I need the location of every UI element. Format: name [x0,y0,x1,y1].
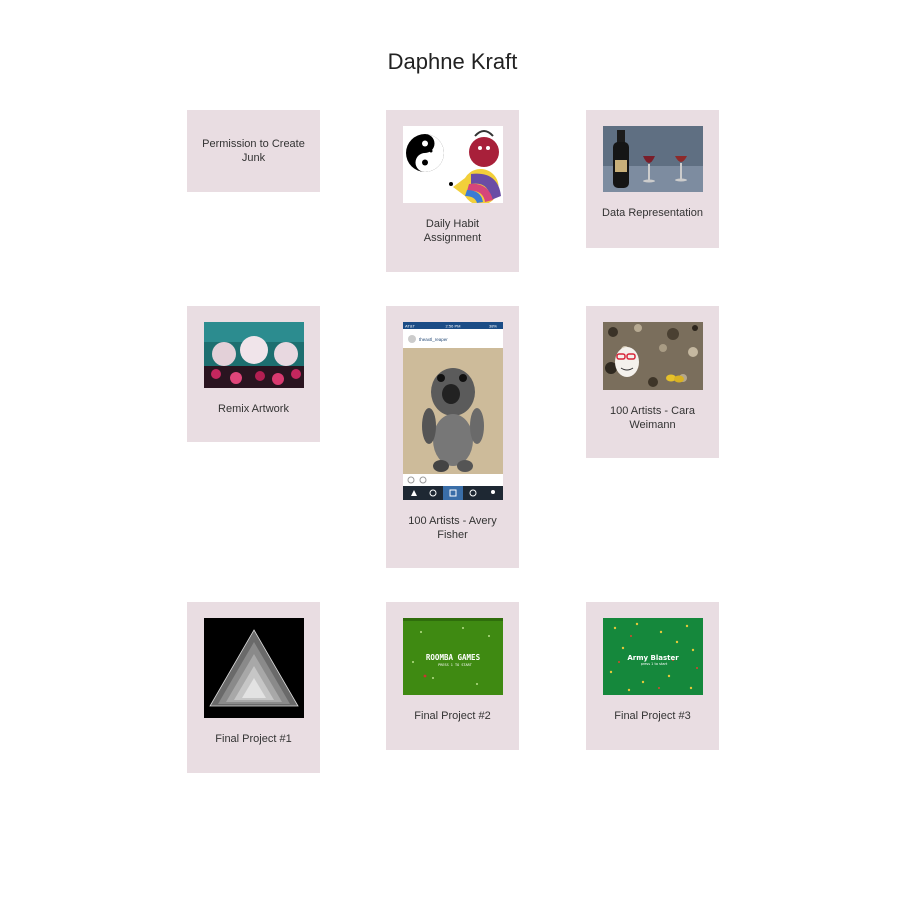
project-thumbnail: ROOMBA GAMES PRESS 1 TO START [402,618,503,695]
project-card-data-representation[interactable]: Data Representation [586,110,719,248]
ig-username: theaxtl_reaper [419,337,448,342]
project-thumbnail [203,322,304,388]
game-subtitle: PRESS 1 TO START [438,663,473,667]
project-thumbnail: AT&T 2:56 PM 38% theaxtl_reaper [402,322,503,500]
project-card-final-project-1[interactable]: Final Project #1 [187,602,320,773]
project-thumbnail [203,618,304,718]
game-title: Army Blaster [627,654,679,662]
project-label: Final Project #3 [614,710,691,722]
project-label: Permission to Create Junk [202,138,305,164]
project-thumbnail: Army Blaster press 1 to start [602,618,703,695]
teal-collage-artwork [203,322,304,388]
game-title-screen-green: Army Blaster press 1 to start [602,618,703,695]
project-thumbnail [402,126,503,203]
project-label: Final Project #1 [215,733,292,745]
project-label: Remix Artwork [218,403,289,415]
project-card-final-project-3[interactable]: Army Blaster press 1 to start Final Proj… [586,602,719,750]
egg-with-glasses-on-granite-photo [602,322,703,390]
project-card-final-project-2[interactable]: ROOMBA GAMES PRESS 1 TO START Final Proj… [386,602,519,750]
ig-status-carrier: AT&T [405,324,415,329]
game-subtitle: press 1 to start [640,662,667,666]
yin-yang-pacman-illustration [402,126,503,203]
project-label: Daily Habit Assignment [423,218,482,244]
page-title: Daphne Kraft [387,48,518,74]
wine-bottle-glasses-photo [602,126,703,192]
project-thumbnail [602,126,703,192]
project-label: 100 Artists - Avery Fisher [408,515,497,541]
project-card-daily-habit[interactable]: Daily Habit Assignment [386,110,519,272]
project-card-cara-weimann[interactable]: 100 Artists - Cara Weimann [586,306,719,458]
ig-status-time: 2:56 PM [445,324,460,329]
project-thumbnail [602,322,703,390]
grayscale-triangle-render [203,618,304,718]
project-label: 100 Artists - Cara Weimann [610,405,695,431]
project-card-avery-fisher[interactable]: AT&T 2:56 PM 38% theaxtl_reaper 100 Arti… [386,306,519,568]
project-card-remix-artwork[interactable]: Remix Artwork [187,306,320,442]
project-card-permission-to-create-junk[interactable]: Permission to Create Junk [187,110,320,192]
ig-status-battery: 38% [488,324,496,329]
instagram-stuffed-animal-screenshot: AT&T 2:56 PM 38% theaxtl_reaper [402,322,503,500]
game-title-screen-green: ROOMBA GAMES PRESS 1 TO START [402,618,503,695]
project-label: Final Project #2 [414,710,491,722]
project-label: Data Representation [602,207,703,219]
game-title: ROOMBA GAMES [425,653,480,662]
